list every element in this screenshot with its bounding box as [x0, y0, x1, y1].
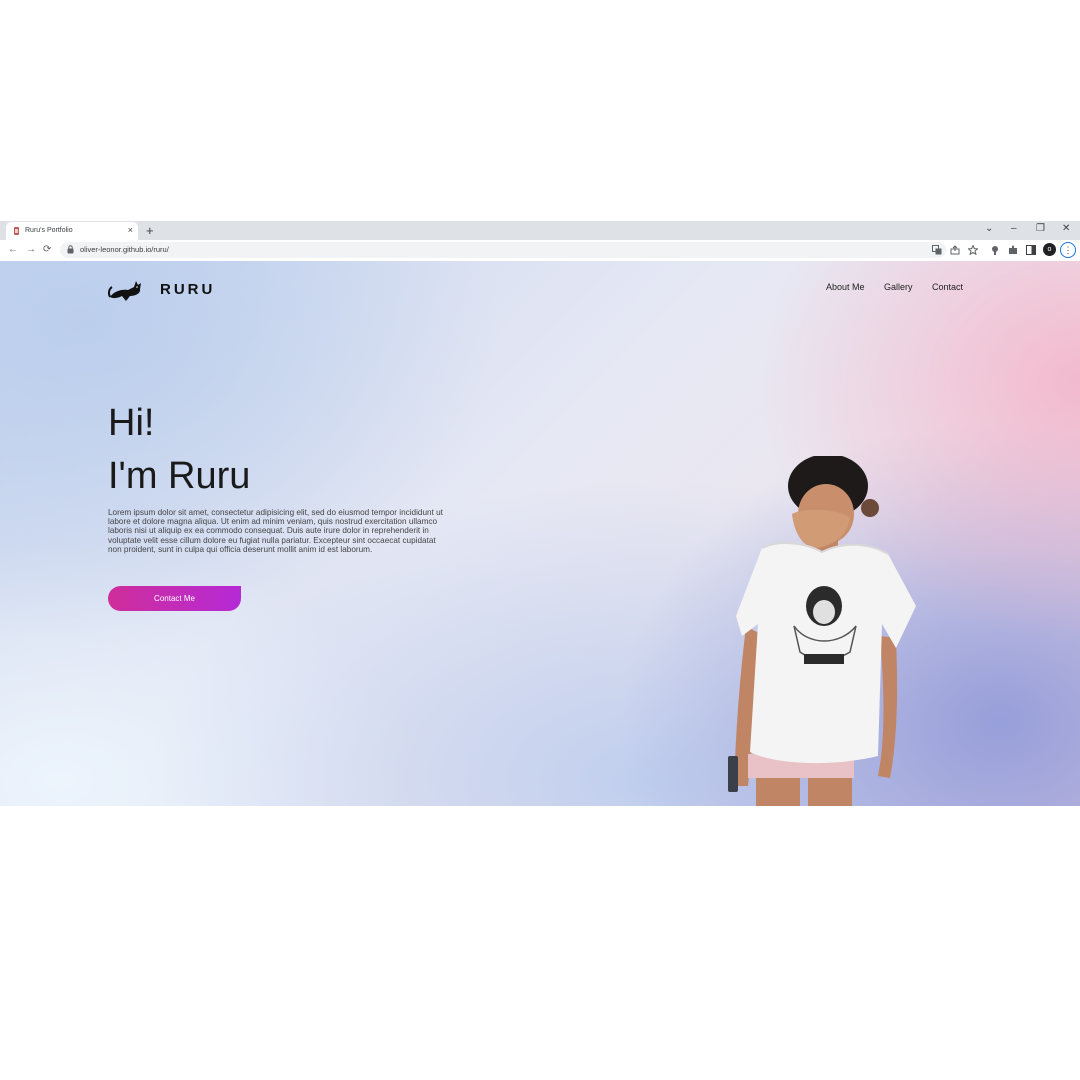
profile-avatar[interactable]: o — [1043, 243, 1056, 256]
tab-strip: Ruru's Portfolio × + ⌄ – ❐ ✕ — [0, 221, 1080, 240]
tab-close-icon[interactable]: × — [128, 225, 133, 235]
address-bar[interactable]: oliver-leonor.github.io/ruru/ — [60, 242, 978, 258]
nav-about-me[interactable]: About Me — [826, 282, 865, 292]
lock-icon — [67, 245, 74, 254]
puzzle-icon[interactable] — [1008, 245, 1018, 255]
forward-button[interactable]: → — [26, 244, 36, 255]
back-button[interactable]: ← — [8, 244, 18, 255]
nav-gallery[interactable]: Gallery — [884, 282, 913, 292]
minimize-button[interactable]: – — [1011, 223, 1017, 234]
tab-search-icon[interactable]: ⌄ — [985, 223, 993, 234]
page-viewport: RURU About Me Gallery Contact Hi! I'm Ru… — [0, 261, 1080, 806]
restore-button[interactable]: ❐ — [1036, 223, 1045, 234]
reload-button[interactable]: ⟳ — [43, 244, 51, 255]
hero-description: Lorem ipsum dolor sit amet, consectetur … — [108, 508, 443, 554]
favicon-icon — [14, 227, 19, 235]
tab-title: Ruru's Portfolio — [25, 227, 73, 234]
sidepanel-icon[interactable] — [1026, 245, 1036, 255]
contact-me-button[interactable]: Contact Me — [108, 586, 241, 611]
extension-icon[interactable] — [990, 245, 1000, 255]
browser-window: Ruru's Portfolio × + ⌄ – ❐ ✕ ← → ⟳ olive… — [0, 221, 1080, 806]
brand-name[interactable]: RURU — [160, 281, 215, 298]
translate-icon[interactable] — [932, 245, 942, 255]
nav-contact[interactable]: Contact — [932, 282, 963, 292]
browser-menu-icon[interactable]: ⋮ — [1060, 242, 1076, 258]
share-icon[interactable] — [950, 245, 960, 255]
browser-toolbar: ← → ⟳ oliver-leonor.github.io/ruru/ o ⋮ — [0, 240, 1080, 262]
url-text: oliver-leonor.github.io/ruru/ — [80, 245, 169, 254]
cat-logo-icon[interactable] — [108, 275, 144, 303]
tab-ruru-portfolio[interactable]: Ruru's Portfolio × — [6, 222, 138, 240]
star-icon[interactable] — [968, 245, 978, 255]
new-tab-button[interactable]: + — [146, 223, 154, 238]
hero-greeting: Hi! — [108, 402, 155, 444]
hero-title: I'm Ruru — [108, 455, 251, 497]
close-window-button[interactable]: ✕ — [1062, 223, 1070, 234]
portrait-photo — [728, 456, 916, 806]
